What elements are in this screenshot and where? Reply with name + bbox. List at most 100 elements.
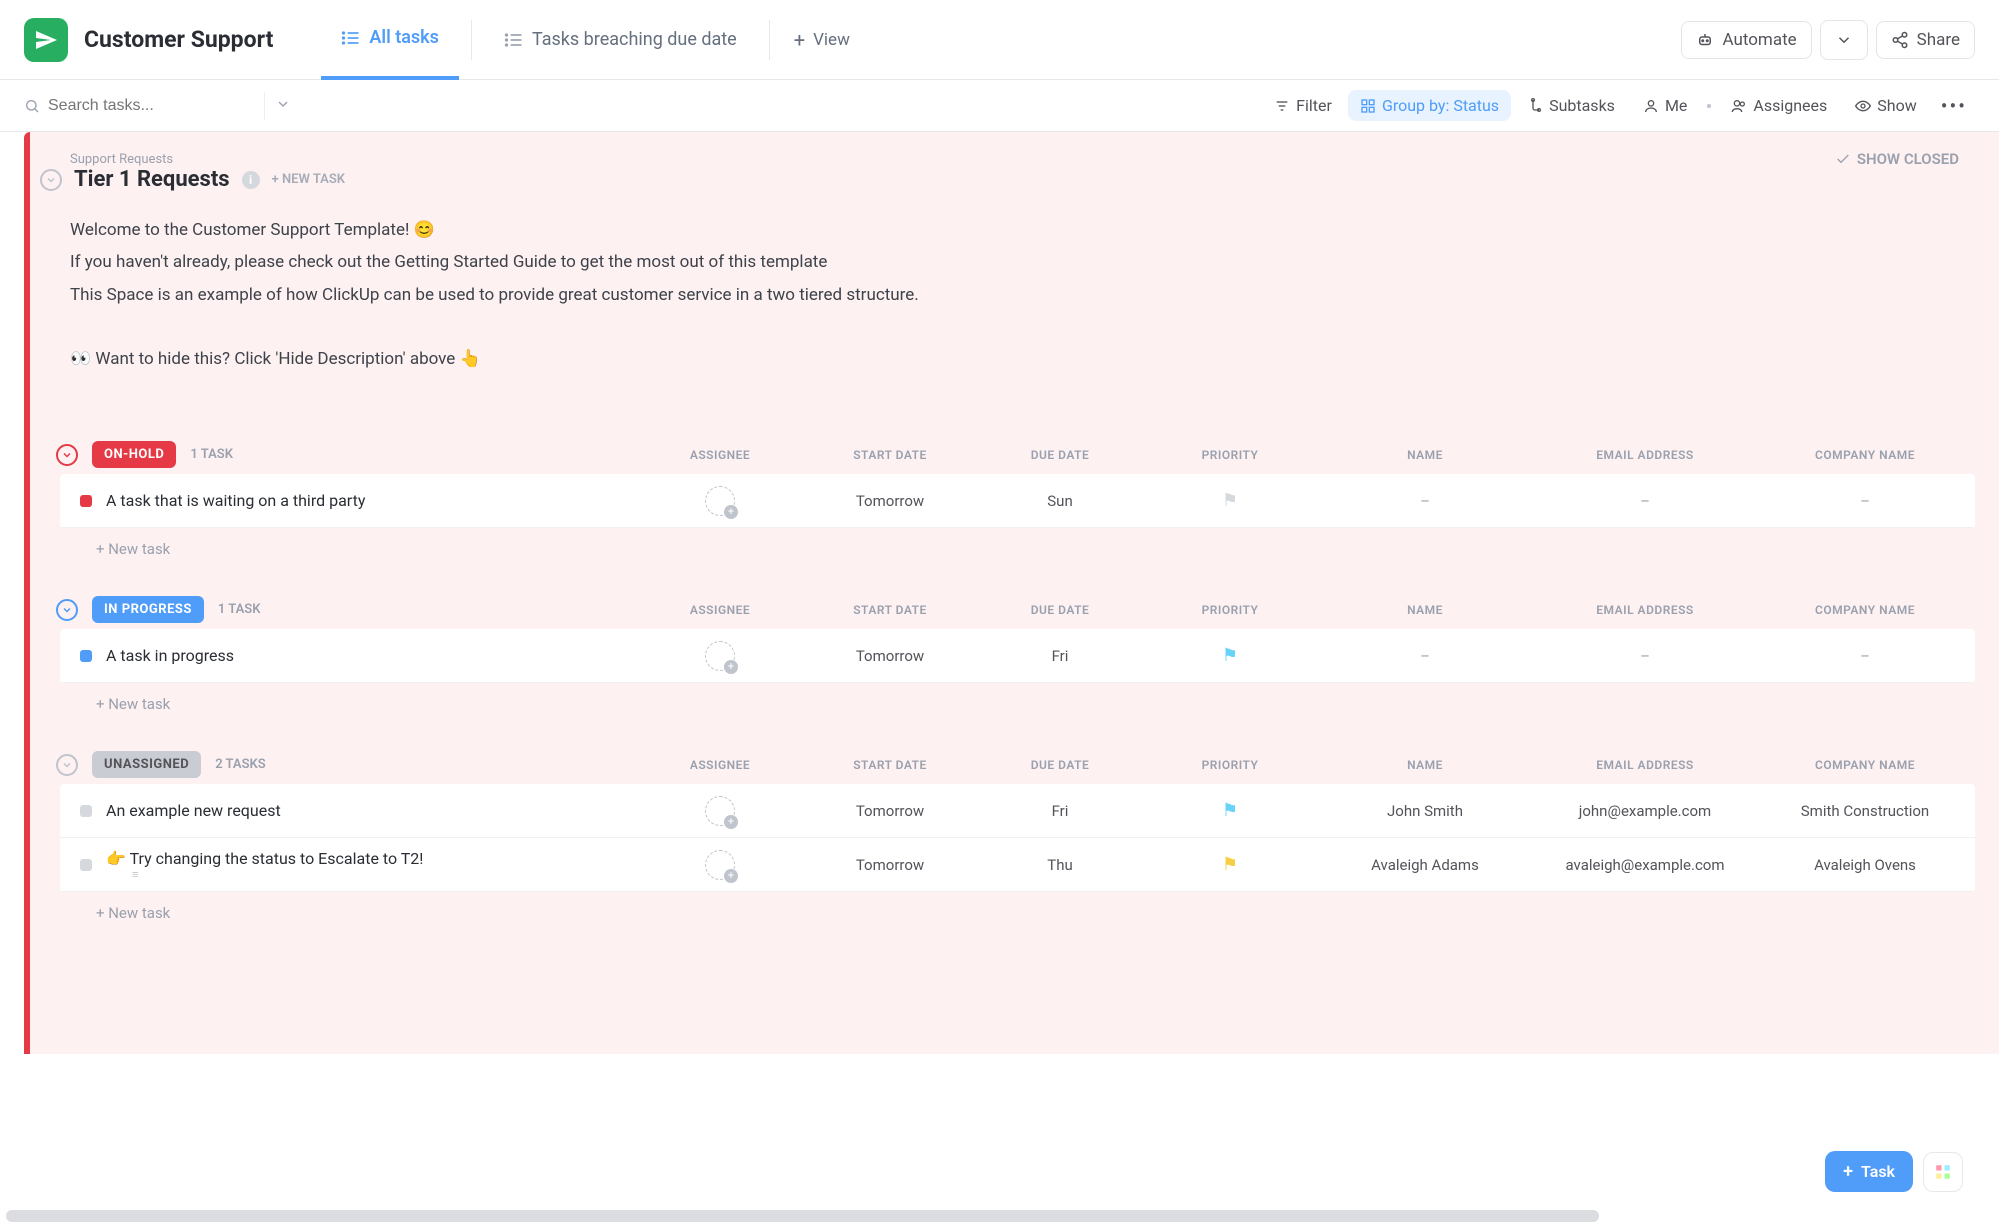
share-button[interactable]: Share (1876, 21, 1975, 59)
space-name[interactable]: Customer Support (84, 26, 273, 53)
col-company[interactable]: COMPANY NAME (1755, 448, 1975, 462)
folder-name[interactable]: Support Requests (70, 152, 1975, 167)
task-title[interactable]: A task that is waiting on a third party (106, 491, 365, 510)
col-start[interactable]: START DATE (805, 448, 975, 462)
info-icon[interactable]: i (242, 171, 260, 189)
groupby-chip[interactable]: Group by: Status (1348, 90, 1511, 121)
new-task-header-button[interactable]: + NEW TASK (272, 172, 345, 187)
collapse-group-button[interactable] (56, 599, 78, 621)
task-row[interactable]: An example new request Tomorrow Fri ⚑ Jo… (60, 784, 1975, 838)
tab-breaching[interactable]: Tasks breaching due date (484, 0, 757, 80)
name-cell[interactable]: Avaleigh Adams (1315, 856, 1535, 874)
col-company[interactable]: COMPANY NAME (1755, 603, 1975, 617)
col-name[interactable]: NAME (1315, 603, 1535, 617)
task-status-square[interactable] (80, 805, 92, 817)
col-assignee[interactable]: ASSIGNEE (635, 448, 805, 462)
horizontal-scrollbar[interactable] (6, 1210, 1599, 1222)
list-description[interactable]: Welcome to the Customer Support Template… (30, 204, 1975, 415)
col-priority[interactable]: PRIORITY (1145, 448, 1315, 462)
priority-cell[interactable]: ⚑ (1145, 800, 1315, 821)
col-name[interactable]: NAME (1315, 758, 1535, 772)
status-pill[interactable]: UNASSIGNED (92, 751, 201, 778)
email-cell[interactable]: – (1535, 492, 1755, 510)
assignee-cell[interactable] (635, 796, 805, 826)
collapse-group-button[interactable] (56, 754, 78, 776)
task-row[interactable]: A task that is waiting on a third party … (60, 474, 1975, 528)
assignees-chip[interactable]: Assignees (1719, 90, 1839, 121)
col-company[interactable]: COMPANY NAME (1755, 758, 1975, 772)
priority-cell[interactable]: ⚑ (1145, 645, 1315, 666)
start-date-cell[interactable]: Tomorrow (805, 802, 975, 820)
col-name[interactable]: NAME (1315, 448, 1535, 462)
due-date-cell[interactable]: Thu (975, 856, 1145, 874)
status-pill[interactable]: IN PROGRESS (92, 596, 204, 623)
collapse-group-button[interactable] (56, 444, 78, 466)
show-closed-toggle[interactable]: SHOW CLOSED (1835, 150, 1959, 168)
search-input[interactable] (48, 97, 248, 115)
start-date-cell[interactable]: Tomorrow (805, 856, 975, 874)
apps-button[interactable] (1923, 1152, 1963, 1192)
col-due[interactable]: DUE DATE (975, 448, 1145, 462)
collapse-list-button[interactable] (40, 169, 62, 191)
col-assignee[interactable]: ASSIGNEE (635, 603, 805, 617)
col-start[interactable]: START DATE (805, 758, 975, 772)
new-task-button[interactable]: + New task (60, 528, 1975, 570)
add-view-button[interactable]: + View (782, 28, 862, 52)
col-email[interactable]: EMAIL ADDRESS (1535, 448, 1755, 462)
col-due[interactable]: DUE DATE (975, 603, 1145, 617)
eye-icon (1855, 98, 1871, 114)
assignee-cell[interactable] (635, 641, 805, 671)
content-scroll[interactable]: Support Requests Tier 1 Requests i + NEW… (0, 132, 1999, 1228)
priority-cell[interactable]: ⚑ (1145, 854, 1315, 875)
company-cell[interactable]: – (1755, 647, 1975, 665)
me-chip[interactable]: Me (1631, 90, 1699, 121)
start-date-cell[interactable]: Tomorrow (805, 647, 975, 665)
name-cell[interactable]: John Smith (1315, 802, 1535, 820)
task-title[interactable]: A task in progress (106, 646, 234, 665)
col-due[interactable]: DUE DATE (975, 758, 1145, 772)
filter-chip[interactable]: Filter (1262, 90, 1344, 121)
task-title[interactable]: An example new request (106, 801, 281, 820)
start-date-cell[interactable]: Tomorrow (805, 492, 975, 510)
company-cell[interactable]: – (1755, 492, 1975, 510)
company-cell[interactable]: Avaleigh Ovens (1755, 856, 1975, 874)
email-cell[interactable]: john@example.com (1535, 802, 1755, 820)
status-pill[interactable]: ON-HOLD (92, 441, 176, 468)
email-cell[interactable]: – (1535, 647, 1755, 665)
task-title[interactable]: 👉 Try changing the status to Escalate to… (106, 849, 423, 868)
new-task-button[interactable]: + New task (60, 683, 1975, 725)
priority-cell[interactable]: ⚑ (1145, 490, 1315, 511)
automate-caret-button[interactable] (1820, 20, 1868, 60)
list-title[interactable]: Tier 1 Requests (74, 167, 230, 192)
due-date-cell[interactable]: Sun (975, 492, 1145, 510)
subtasks-chip[interactable]: Subtasks (1515, 90, 1627, 121)
task-row[interactable]: 👉 Try changing the status to Escalate to… (60, 838, 1975, 892)
task-row[interactable]: A task in progress Tomorrow Fri ⚑ – – – (60, 629, 1975, 683)
col-email[interactable]: EMAIL ADDRESS (1535, 758, 1755, 772)
due-date-cell[interactable]: Fri (975, 647, 1145, 665)
email-cell[interactable]: avaleigh@example.com (1535, 856, 1755, 874)
search-caret[interactable] (264, 92, 301, 120)
add-view-label: View (813, 30, 850, 50)
company-cell[interactable]: Smith Construction (1755, 802, 1975, 820)
create-task-button[interactable]: + Task (1825, 1151, 1913, 1192)
new-task-button[interactable]: + New task (60, 892, 1975, 934)
assignee-cell[interactable] (635, 850, 805, 880)
col-email[interactable]: EMAIL ADDRESS (1535, 603, 1755, 617)
more-button[interactable]: ••• (1933, 94, 1975, 118)
col-priority[interactable]: PRIORITY (1145, 758, 1315, 772)
col-priority[interactable]: PRIORITY (1145, 603, 1315, 617)
task-status-square[interactable] (80, 495, 92, 507)
task-status-square[interactable] (80, 859, 92, 871)
tab-all-tasks[interactable]: All tasks (321, 0, 459, 80)
col-assignee[interactable]: ASSIGNEE (635, 758, 805, 772)
assignee-cell[interactable] (635, 486, 805, 516)
status-group: IN PROGRESS 1 TASK ASSIGNEE START DATE D… (60, 590, 1975, 725)
col-start[interactable]: START DATE (805, 603, 975, 617)
task-status-square[interactable] (80, 650, 92, 662)
name-cell[interactable]: – (1315, 492, 1535, 510)
due-date-cell[interactable]: Fri (975, 802, 1145, 820)
automate-button[interactable]: Automate (1681, 21, 1811, 59)
name-cell[interactable]: – (1315, 647, 1535, 665)
show-chip[interactable]: Show (1843, 90, 1928, 121)
